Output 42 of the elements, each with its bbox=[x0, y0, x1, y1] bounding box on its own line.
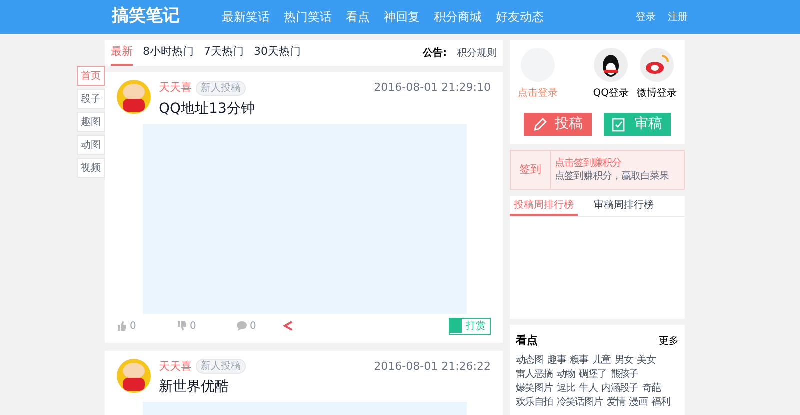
hot-tag[interactable]: 趣事 bbox=[548, 354, 566, 366]
hot-tag[interactable]: 爆笑图片 bbox=[516, 382, 553, 394]
hot-tag[interactable]: 冷笑话图片 bbox=[556, 396, 603, 408]
hot-tag[interactable]: 逗比 bbox=[556, 382, 576, 394]
author-badge: 新人投稿 bbox=[196, 80, 246, 96]
hot-title: 看点 bbox=[516, 333, 538, 349]
hot-tag[interactable]: 福利 bbox=[652, 396, 670, 408]
hot-tag[interactable]: 动物 bbox=[556, 368, 576, 380]
hot-tag[interactable]: 欢乐自拍 bbox=[516, 396, 553, 408]
feed-tab[interactable]: 30天热门 bbox=[254, 40, 301, 66]
side-tab[interactable]: 动图 bbox=[77, 135, 105, 155]
hot-tag[interactable]: 牛人 bbox=[579, 382, 598, 394]
signin-hint: 点击签到赚积分 bbox=[555, 158, 622, 168]
hot-tag[interactable]: 雷人恶搞 bbox=[516, 368, 553, 380]
feed-tab[interactable]: 8小时热门 bbox=[143, 40, 194, 66]
hot-tag[interactable]: 熊孩子 bbox=[610, 368, 638, 380]
ranking-tab[interactable]: 审稿周排行榜 bbox=[590, 196, 658, 216]
post-time: 2016-08-01 21:29:10 bbox=[374, 80, 491, 96]
hot-tag[interactable]: 糗事 bbox=[570, 354, 588, 366]
hot-tag[interactable]: 爱情 bbox=[606, 396, 626, 408]
hot-tag[interactable]: 内涵段子 bbox=[602, 382, 638, 394]
hot-tag[interactable]: 漫画 bbox=[629, 396, 648, 408]
hot-tag[interactable]: 美女 bbox=[637, 354, 656, 366]
side-tab[interactable]: 趣图 bbox=[77, 112, 105, 132]
author-badge: 新人投稿 bbox=[196, 359, 246, 374]
notice-link[interactable]: 积分规则 bbox=[457, 46, 497, 60]
post-title[interactable]: 新世界优酷 bbox=[159, 377, 491, 398]
weibo-login-label[interactable]: 微博登录 bbox=[637, 86, 677, 101]
qq-login-label[interactable]: QQ登录 bbox=[593, 86, 629, 101]
more-link[interactable]: 更多 bbox=[659, 334, 679, 349]
signin-description: 点签到赚积分，赢取白菜果 bbox=[555, 172, 669, 182]
side-tab[interactable]: 视频 bbox=[77, 158, 105, 178]
feed-tab[interactable]: 7天热门 bbox=[204, 40, 244, 66]
hot-tag[interactable]: 儿童 bbox=[592, 354, 611, 366]
hot-tag[interactable]: 碉堡了 bbox=[579, 368, 607, 380]
hot-tag[interactable]: 男女 bbox=[614, 354, 634, 366]
side-tab[interactable]: 段子 bbox=[77, 89, 105, 109]
hot-tag[interactable]: 奇葩 bbox=[642, 382, 661, 394]
hot-tag[interactable]: 动态图 bbox=[516, 354, 544, 366]
post-title[interactable]: QQ地址13分钟 bbox=[159, 98, 491, 120]
post-time: 2016-08-01 21:26:22 bbox=[374, 358, 491, 374]
notice-label: 公告: bbox=[423, 46, 447, 60]
